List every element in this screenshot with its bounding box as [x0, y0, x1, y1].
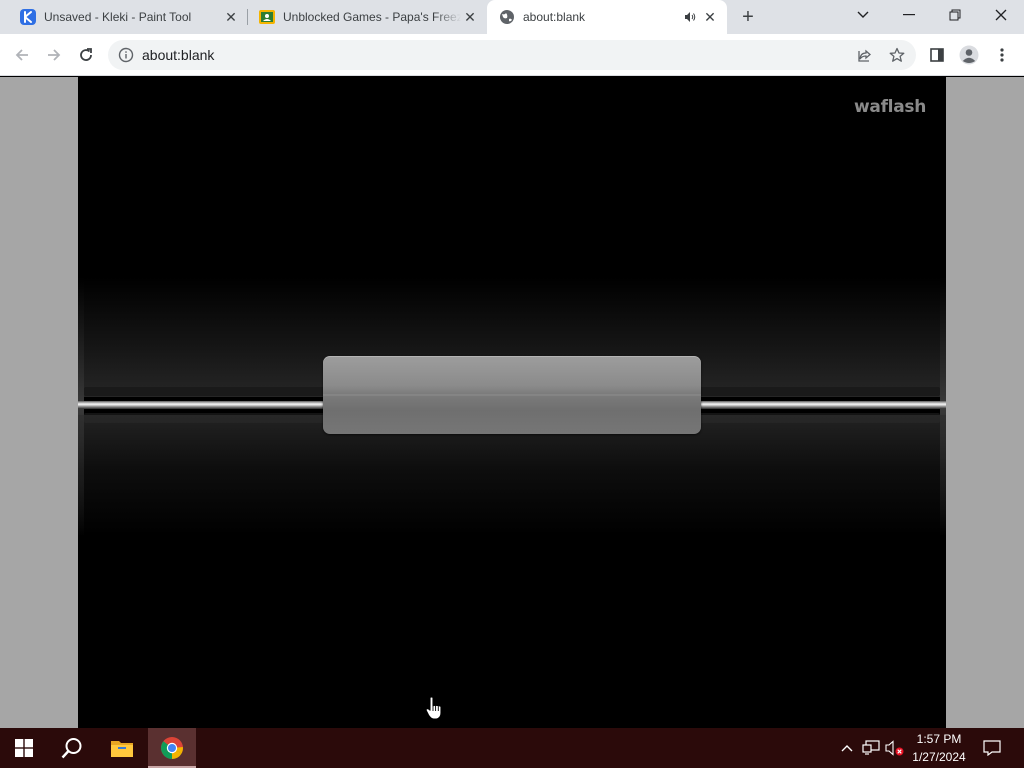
close-tab-icon[interactable]: ✕	[701, 8, 719, 26]
forward-icon[interactable]	[40, 41, 68, 69]
menu-kebab-icon[interactable]	[991, 44, 1013, 66]
tab-title: Unblocked Games - Papa's Freezeria	[283, 10, 461, 24]
search-icon[interactable]	[48, 728, 96, 768]
volume-muted-icon[interactable]	[884, 728, 906, 768]
close-window-icon[interactable]	[978, 0, 1024, 30]
windows-start-icon[interactable]	[0, 728, 48, 768]
browser-toolbar: about:blank	[0, 34, 1024, 76]
tab-search-icon[interactable]	[840, 0, 886, 30]
side-panel-icon[interactable]	[926, 44, 948, 66]
kleki-icon	[20, 9, 36, 25]
reload-icon[interactable]	[72, 41, 100, 69]
games-icon	[259, 9, 275, 25]
notifications-icon[interactable]	[978, 728, 1006, 768]
chrome-taskbar-icon[interactable]	[148, 728, 196, 768]
tab-kleki[interactable]: Unsaved - Kleki - Paint Tool ✕	[0, 0, 248, 34]
tab-title: Unsaved - Kleki - Paint Tool	[44, 10, 192, 24]
restore-icon[interactable]	[932, 0, 978, 30]
share-icon[interactable]	[856, 46, 874, 64]
url-text: about:blank	[142, 47, 215, 63]
clock-time: 1:57 PM	[916, 732, 962, 746]
waflash-watermark: waflash	[854, 97, 926, 117]
globe-icon	[499, 9, 515, 25]
new-tab-button[interactable]: +	[736, 5, 760, 29]
close-tab-icon[interactable]: ✕	[222, 8, 240, 26]
bookmark-star-icon[interactable]	[888, 46, 906, 64]
address-bar[interactable]: about:blank	[108, 40, 916, 70]
site-info-icon[interactable]	[118, 47, 134, 63]
flash-game-canvas[interactable]: waflash	[78, 77, 946, 728]
tab-strip: Unsaved - Kleki - Paint Tool ✕ Unblocked…	[0, 0, 1024, 34]
network-icon[interactable]	[860, 728, 882, 768]
minimize-icon[interactable]	[886, 0, 932, 30]
file-explorer-icon[interactable]	[98, 728, 146, 768]
loader-plate[interactable]	[323, 356, 701, 434]
clock-date: 1/27/2024	[912, 750, 966, 764]
profile-avatar-icon[interactable]	[958, 44, 980, 66]
show-hidden-icons-chevron-icon[interactable]	[836, 728, 858, 768]
close-tab-icon[interactable]: ✕	[461, 8, 479, 26]
back-icon[interactable]	[8, 41, 36, 69]
system-clock[interactable]: 1:57 PM 1/27/2024	[904, 730, 974, 766]
tab-title: about:blank	[523, 10, 586, 24]
page-viewport: waflash	[0, 77, 1024, 728]
windows-taskbar: 1:57 PM 1/27/2024	[0, 728, 1024, 768]
hand-cursor-icon	[425, 696, 442, 720]
tab-unblocked-games[interactable]: Unblocked Games - Papa's Freezeria ✕	[239, 0, 487, 34]
tab-about-blank[interactable]: about:blank ✕	[487, 0, 727, 34]
speaker-icon[interactable]	[681, 10, 699, 24]
